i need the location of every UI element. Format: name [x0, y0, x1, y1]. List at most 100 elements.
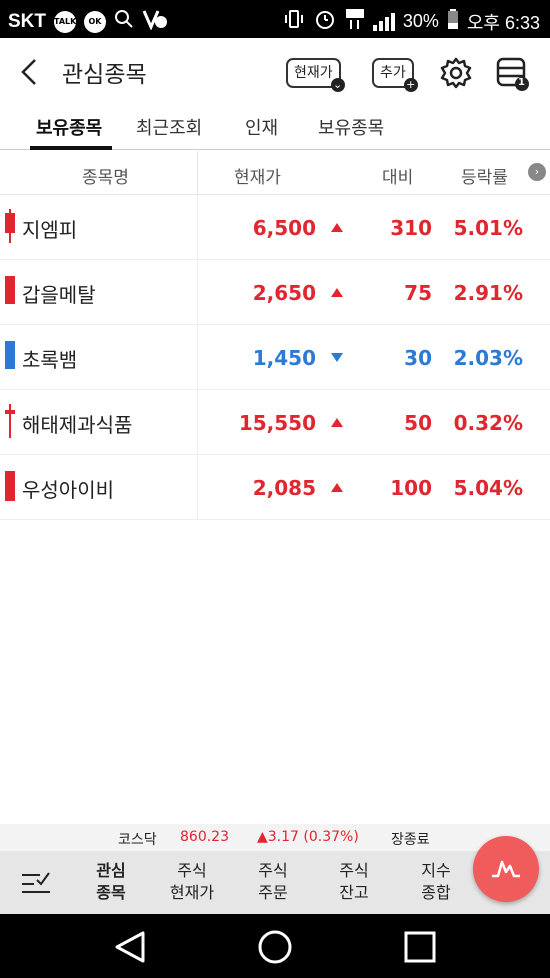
table-row[interactable]: 해태제과식품 15,550 50 0.32% [0, 390, 550, 455]
triangle-down-icon [331, 353, 343, 362]
stock-price: 6,500 [252, 216, 316, 240]
back-icon[interactable] [113, 930, 147, 968]
ok-icon: OK [84, 10, 106, 33]
column-header-rate: 등락률 [461, 168, 508, 188]
table-header: 종목명 현재가 대비 등락률 › [0, 151, 550, 195]
current-price-label: 현재가 [294, 65, 333, 81]
clock: 오후 6:33 [466, 12, 540, 33]
status-bar: SKT TALK OK 30% 오후 6:33 [0, 0, 550, 38]
table-row[interactable]: 갑을메탈 2,650 75 2.91% [0, 260, 550, 325]
column-header-price: 현재가 [234, 168, 281, 188]
chevron-down-icon: ⌄ [330, 78, 345, 92]
battery-percent: 30% [402, 11, 439, 31]
stock-name: 초록뱀 [22, 348, 78, 372]
stock-diff: 30 [404, 346, 432, 370]
carrier-label: SKT [8, 10, 46, 32]
list-menu-icon[interactable]: 1 [496, 56, 529, 91]
chevron-right-icon[interactable]: › [528, 163, 546, 181]
stock-diff: 75 [404, 281, 432, 305]
market-status: 장종료 [391, 832, 430, 848]
triangle-up-icon [331, 288, 343, 297]
column-header-diff: 대비 [382, 168, 414, 188]
column-divider [197, 151, 198, 195]
battery-icon [447, 9, 459, 34]
nav-watchlist[interactable]: 관심 종목 [76, 860, 146, 904]
triangle-up-icon [331, 483, 343, 492]
nav-stock-balance[interactable]: 주식 잔고 [319, 860, 389, 904]
stock-diff: 310 [390, 216, 432, 240]
chart-icon [490, 854, 522, 886]
tab-recent[interactable]: 최근조회 [136, 114, 202, 140]
bottom-nav: 관심 종목 주식 현재가 주식 주문 주식 잔고 지수 종합 [0, 851, 550, 914]
stock-rate: 2.03% [453, 346, 523, 370]
recent-apps-icon[interactable] [403, 930, 437, 968]
lte-icon [345, 8, 365, 35]
current-price-button[interactable]: 현재가 ⌄ [286, 58, 345, 92]
active-tab-indicator [30, 146, 112, 150]
signal-icon [372, 12, 395, 31]
stock-diff: 50 [404, 411, 432, 435]
stock-rate: 0.32% [453, 411, 523, 435]
stock-name: 지엠피 [22, 218, 78, 242]
stock-name: 해태제과식품 [22, 413, 133, 437]
system-nav-bar [0, 914, 550, 978]
stock-rate: 5.04% [453, 476, 523, 500]
v3-icon [142, 8, 168, 35]
market-index-change: ▲3.17 (0.37%) [257, 829, 359, 845]
triangle-up-icon [331, 418, 343, 427]
home-icon[interactable] [257, 929, 293, 969]
menu-badge-count: 1 [518, 77, 525, 88]
table-row[interactable]: 우성아이비 2,085 100 5.04% [0, 455, 550, 520]
gear-icon[interactable] [439, 56, 473, 90]
nav-index-summary[interactable]: 지수 종합 [401, 860, 471, 904]
nav-label-line1: 주식 [177, 861, 207, 880]
stock-rate: 5.01% [453, 216, 523, 240]
tab-bar: 보유종목 최근조회 인재 보유종목 [0, 106, 550, 150]
menu-toggle-icon[interactable] [20, 867, 52, 897]
market-ticker: 코스닥 860.23 ▲3.17 (0.37%) 장종료 [0, 824, 550, 851]
app-header: 관심종목 현재가 ⌄ 추가 + 1 [0, 38, 550, 106]
stock-name: 우성아이비 [22, 478, 114, 502]
stock-rate: 2.91% [453, 281, 523, 305]
nav-label-line1: 주식 [258, 861, 288, 880]
tab-talent[interactable]: 인재 [245, 114, 278, 140]
nav-label-line1: 관심 [96, 861, 126, 880]
table-row[interactable]: 지엠피 6,500 310 5.01% [0, 195, 550, 260]
candle-icon [5, 404, 15, 438]
stock-price: 1,450 [252, 346, 316, 370]
stock-price: 2,650 [252, 281, 316, 305]
market-index-name: 코스닥 [118, 832, 157, 848]
nav-label-line2: 주문 [258, 883, 288, 902]
nav-label-line1: 주식 [339, 861, 369, 880]
nav-label-line2: 잔고 [339, 883, 369, 902]
nav-stock-price[interactable]: 주식 현재가 [157, 860, 227, 904]
triangle-up-icon [331, 223, 343, 232]
chart-fab-button[interactable] [473, 836, 539, 902]
column-header-name: 종목명 [82, 168, 129, 188]
candle-icon [5, 339, 15, 373]
candle-icon [5, 209, 15, 243]
nav-label-line2: 종합 [421, 883, 451, 902]
add-button[interactable]: 추가 + [372, 58, 418, 92]
search-icon [114, 9, 134, 34]
nav-label-line2: 현재가 [169, 883, 215, 902]
stock-diff: 100 [390, 476, 432, 500]
table-row[interactable]: 초록뱀 1,450 30 2.03% [0, 325, 550, 390]
page-title: 관심종목 [62, 62, 147, 88]
nav-stock-order[interactable]: 주식 주문 [238, 860, 308, 904]
watchlist-table: 지엠피 6,500 310 5.01% 갑을메탈 2,650 75 2.91% … [0, 195, 550, 520]
vibrate-icon [283, 8, 305, 35]
stock-name: 갑을메탈 [22, 283, 96, 307]
candle-icon [5, 469, 15, 503]
back-arrow-icon[interactable] [18, 56, 42, 88]
tab-holdings-2[interactable]: 보유종목 [318, 114, 384, 140]
stock-price: 2,085 [252, 476, 316, 500]
nav-label-line2: 종목 [96, 883, 126, 902]
tab-holdings[interactable]: 보유종목 [36, 114, 102, 140]
talk-icon: TALK [54, 10, 76, 33]
plus-icon: + [403, 78, 418, 92]
nav-label-line1: 지수 [421, 861, 451, 880]
alarm-icon [313, 7, 337, 36]
candle-icon [5, 274, 15, 308]
add-label: 추가 [380, 65, 406, 81]
